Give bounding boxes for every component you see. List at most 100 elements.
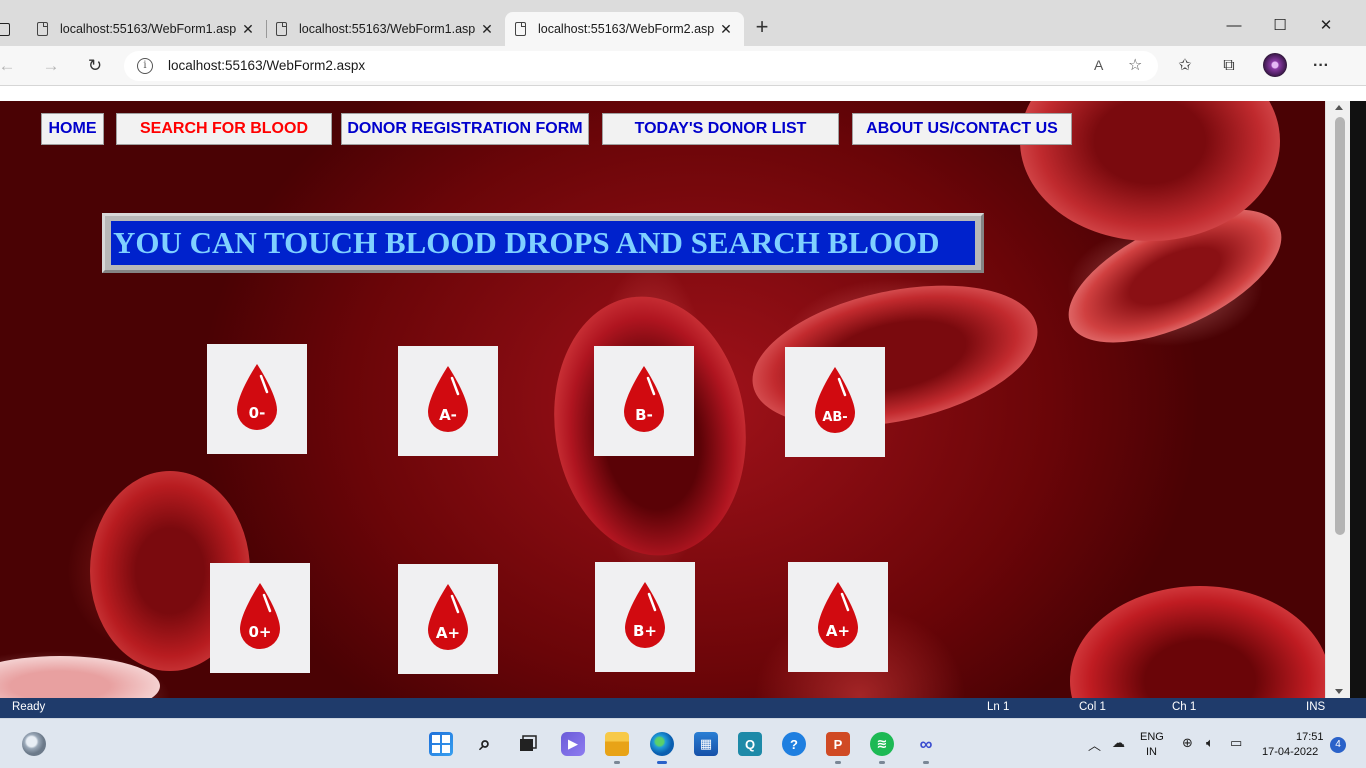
- address-url[interactable]: localhost:55163/WebForm2.aspx: [168, 58, 365, 73]
- search-icon[interactable]: ⌕: [473, 732, 497, 756]
- refresh-button[interactable]: ↻: [82, 53, 108, 79]
- tab-webform1-b[interactable]: localhost:55163/WebForm1.aspx ✕: [266, 12, 505, 46]
- more-menu-icon[interactable]: ···: [1310, 55, 1332, 77]
- blood-group-label: A+: [826, 622, 850, 640]
- status-column: Col 1: [1079, 701, 1106, 713]
- tab-title: localhost:55163/WebForm1.aspx: [60, 22, 236, 36]
- tab-actions-icon[interactable]: [0, 14, 14, 44]
- window-edge: [1350, 101, 1366, 698]
- status-insert-mode: INS: [1306, 701, 1326, 713]
- store-icon[interactable]: ▦: [694, 732, 718, 756]
- blood-cells-background: HOME SEARCH FOR BLOOD DONOR REGISTRATION…: [0, 101, 1325, 698]
- minimize-button[interactable]: —: [1219, 12, 1249, 40]
- tab-webform1-a[interactable]: localhost:55163/WebForm1.aspx ✕: [27, 12, 266, 46]
- read-aloud-icon[interactable]: A: [1094, 57, 1103, 73]
- blood-drop-icon: 0-: [237, 364, 277, 430]
- blood-drop-icon: A+: [818, 582, 858, 648]
- blood-group-label: B-: [635, 406, 653, 424]
- blood-group-label: AB-: [822, 410, 847, 425]
- blood-group-a-positive-button[interactable]: A+: [398, 564, 498, 674]
- tab-webform2[interactable]: localhost:55163/WebForm2.aspx ✕: [505, 12, 744, 46]
- nav-home-button[interactable]: HOME: [41, 113, 104, 145]
- powerpoint-icon[interactable]: P: [826, 732, 850, 764]
- chevron-up-icon[interactable]: ︿: [1088, 735, 1101, 754]
- nav-todays-donor-list-button[interactable]: TODAY'S DONOR LIST: [602, 113, 839, 145]
- add-favorite-icon[interactable]: ☆: [1128, 55, 1142, 75]
- blood-drop-icon: B-: [624, 366, 664, 432]
- blood-group-label: B+: [633, 622, 657, 640]
- status-bar: Ready Ln 1 Col 1 Ch 1 INS: [0, 698, 1366, 718]
- region-indicator[interactable]: IN: [1146, 746, 1157, 758]
- page-viewport: HOME SEARCH FOR BLOOD DONOR REGISTRATION…: [0, 86, 1366, 698]
- battery-icon[interactable]: ▭: [1230, 735, 1242, 751]
- status-ready: Ready: [12, 701, 46, 713]
- clock-time[interactable]: 17:51: [1296, 731, 1324, 743]
- start-icon[interactable]: [429, 732, 453, 756]
- widgets-icon[interactable]: [22, 732, 46, 756]
- clock-date[interactable]: 17-04-2022: [1262, 746, 1318, 758]
- blood-drop-icon: AB-: [815, 367, 855, 433]
- browser-toolbar: ← → ↻ i localhost:55163/WebForm2.aspx A …: [0, 46, 1366, 86]
- help-icon[interactable]: ?: [782, 732, 806, 756]
- spotify-icon[interactable]: ≋: [870, 732, 894, 764]
- blood-group-label: 0-: [249, 404, 266, 422]
- link-app-icon[interactable]: ∞: [914, 732, 938, 764]
- favorites-icon[interactable]: ✩: [1174, 55, 1196, 77]
- edge-icon[interactable]: [650, 732, 674, 764]
- address-bar[interactable]: i localhost:55163/WebForm2.aspx A ☆: [124, 51, 1158, 81]
- scrollbar-thumb[interactable]: [1335, 117, 1345, 535]
- blood-group-o-negative-button[interactable]: 0-: [207, 344, 307, 454]
- forward-button[interactable]: →: [38, 53, 64, 79]
- close-tab-icon[interactable]: ✕: [479, 21, 495, 38]
- volume-icon[interactable]: 🔈︎: [1206, 735, 1214, 751]
- vertical-scrollbar[interactable]: [1325, 101, 1350, 698]
- task-view-icon[interactable]: [516, 732, 540, 756]
- collections-icon[interactable]: ⧉: [1218, 55, 1240, 77]
- scroll-up-icon[interactable]: [1335, 105, 1343, 110]
- blood-group-ab-negative-button[interactable]: AB-: [785, 347, 885, 457]
- status-char: Ch 1: [1172, 701, 1197, 713]
- blood-group-label: 0+: [248, 623, 271, 641]
- profile-avatar[interactable]: [1263, 53, 1287, 77]
- blood-drop-icon: B+: [625, 582, 665, 648]
- maximize-button[interactable]: ☐: [1265, 12, 1295, 40]
- blood-group-label: A-: [439, 406, 457, 424]
- page-icon: [515, 22, 526, 36]
- blood-cell: [1070, 586, 1325, 698]
- close-tab-icon[interactable]: ✕: [718, 21, 734, 38]
- blood-drop-icon: A-: [428, 366, 468, 432]
- banner-frame: YOU CAN TOUCH BLOOD DROPS AND SEARCH BLO…: [102, 213, 984, 273]
- tab-strip: localhost:55163/WebForm1.aspx ✕ localhos…: [0, 0, 1366, 46]
- file-explorer-icon[interactable]: [605, 732, 629, 764]
- windows-taskbar: ⌕ ▶ ▦ Q ? P ≋ ∞ ︿ ☁ ENG IN ⊕ 🔈︎ ▭ 17:51 …: [0, 718, 1366, 768]
- page-icon: [276, 22, 287, 36]
- tab-title: localhost:55163/WebForm1.aspx: [299, 22, 475, 36]
- blood-group-a-positive-button-2[interactable]: A+: [788, 562, 888, 672]
- blood-group-b-negative-button[interactable]: B-: [594, 346, 694, 456]
- close-window-button[interactable]: ✕: [1311, 12, 1341, 40]
- tab-title: localhost:55163/WebForm2.aspx: [538, 22, 714, 36]
- nav-donor-registration-button[interactable]: DONOR REGISTRATION FORM: [341, 113, 589, 145]
- blood-group-b-positive-button[interactable]: B+: [595, 562, 695, 672]
- chat-icon[interactable]: ▶: [561, 732, 585, 756]
- site-info-icon[interactable]: i: [137, 58, 153, 74]
- banner-title: YOU CAN TOUCH BLOOD DROPS AND SEARCH BLO…: [111, 221, 975, 265]
- blood-drop-icon: A+: [428, 584, 468, 650]
- scroll-down-icon[interactable]: [1335, 689, 1343, 694]
- close-tab-icon[interactable]: ✕: [240, 21, 256, 38]
- blood-drop-icon: 0+: [240, 583, 280, 649]
- page-icon: [37, 22, 48, 36]
- language-indicator[interactable]: ENG: [1140, 731, 1164, 743]
- network-app-icon[interactable]: ☁: [1112, 735, 1125, 751]
- nav-search-blood-button[interactable]: SEARCH FOR BLOOD: [116, 113, 332, 145]
- notification-badge[interactable]: 4: [1330, 737, 1346, 753]
- new-tab-button[interactable]: +: [752, 16, 772, 40]
- blood-group-o-positive-button[interactable]: 0+: [210, 563, 310, 673]
- nav-about-contact-button[interactable]: ABOUT US/CONTACT US: [852, 113, 1072, 145]
- blood-group-label: A+: [436, 624, 460, 642]
- blood-group-a-negative-button[interactable]: A-: [398, 346, 498, 456]
- app-q-icon[interactable]: Q: [738, 732, 762, 756]
- back-button[interactable]: ←: [0, 53, 20, 79]
- globe-icon[interactable]: ⊕: [1182, 735, 1193, 751]
- status-line: Ln 1: [987, 701, 1010, 713]
